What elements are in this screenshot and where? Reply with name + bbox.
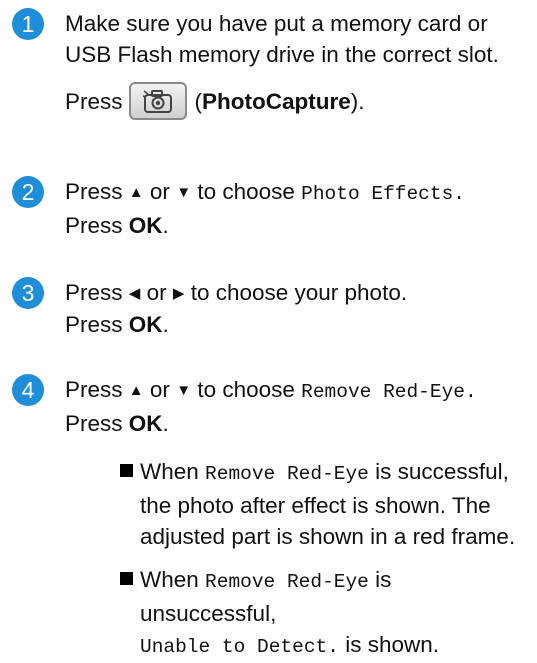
square-bullet-icon	[120, 464, 133, 477]
menu-option: Remove Red-Eye	[205, 463, 369, 485]
step-press-line: Press (PhotoCapture).	[65, 82, 529, 124]
photocapture-button	[128, 82, 187, 120]
step-line: Press ▲ or ▼ to choose Photo Effects.	[65, 179, 465, 205]
step-line: Press ▲ or ▼ to choose Remove Red-Eye.	[65, 377, 477, 403]
step-line: Press OK.	[65, 213, 169, 238]
list-item: When Remove Red-Eye is successful, the p…	[120, 456, 531, 552]
step-text: Make sure you have put a memory card or …	[65, 8, 529, 124]
list-item: When Remove Red-Eye is unsuccessful, Una…	[120, 564, 531, 663]
step-line: Press OK.	[65, 411, 169, 436]
down-arrow-icon: ▼	[176, 184, 192, 201]
press-label: Press	[65, 88, 123, 114]
bullet-line: the photo after effect is shown. The	[140, 493, 491, 518]
camera-icon	[142, 90, 172, 113]
step-text: Press ▲ or ▼ to choose Remove Red-Eye. P…	[65, 374, 529, 439]
up-arrow-icon: ▲	[128, 382, 144, 399]
down-arrow-icon: ▼	[176, 382, 192, 399]
ok-key: OK	[128, 312, 163, 337]
ok-key: OK	[128, 213, 163, 238]
step-line: Press OK.	[65, 312, 169, 337]
square-bullet-icon	[120, 572, 133, 585]
ok-key: OK	[128, 411, 163, 436]
left-arrow-icon: ◀	[128, 285, 141, 302]
bullet-list: When Remove Red-Eye is successful, the p…	[120, 456, 531, 663]
status-message: Unable to Detect.	[140, 636, 339, 658]
up-arrow-icon: ▲	[128, 184, 144, 201]
bullet-line: Unable to Detect. is shown.	[140, 632, 439, 658]
step-text: Press ▲ or ▼ to choose Photo Effects. Pr…	[65, 176, 529, 241]
step-line: Make sure you have put a memory card or	[65, 11, 488, 36]
step-number: 2	[12, 176, 44, 208]
menu-option: Remove Red-Eye.	[301, 381, 477, 403]
step-number: 4	[12, 374, 44, 406]
menu-option: Photo Effects.	[301, 183, 465, 205]
photocapture-label: PhotoCapture	[202, 88, 351, 114]
menu-option: Remove Red-Eye	[205, 571, 369, 593]
bullet-line: When Remove Red-Eye is unsuccessful,	[140, 567, 392, 626]
right-arrow-icon: ▶	[172, 285, 185, 302]
bullet-line: When Remove Red-Eye is successful,	[140, 459, 509, 485]
step-line: Press ◀ or ▶ to choose your photo.	[65, 280, 408, 305]
step-text: Press ◀ or ▶ to choose your photo. Press…	[65, 277, 529, 340]
step-line: USB Flash memory drive in the correct sl…	[65, 42, 499, 67]
bullet-line: adjusted part is shown in a red frame.	[140, 524, 516, 549]
step-number: 1	[12, 8, 44, 40]
step-number: 3	[12, 277, 44, 309]
